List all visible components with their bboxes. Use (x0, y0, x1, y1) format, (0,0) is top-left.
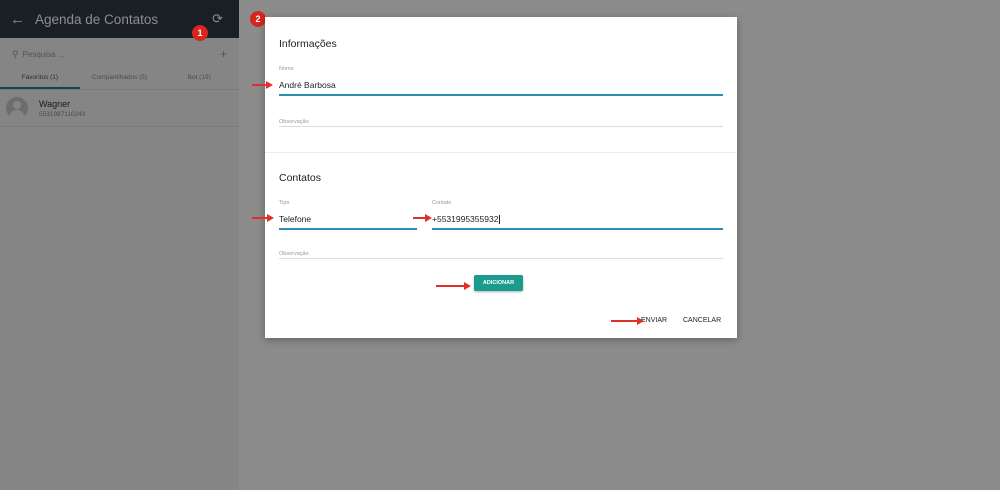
name-field-underline (279, 94, 723, 96)
contact-observation-field[interactable] (279, 258, 723, 259)
refresh-icon[interactable]: ⟳ (212, 11, 223, 27)
contact-field-underline (432, 228, 723, 230)
send-button[interactable]: ENVIAR (641, 317, 667, 324)
annotation-arrow-name (252, 81, 273, 89)
type-select-underline (279, 228, 417, 230)
annotation-badge-2: 2 (250, 11, 266, 27)
tab-compartilhados[interactable]: Compartilhados (5) (80, 70, 160, 89)
search-input[interactable]: Pesquisa ... (23, 50, 220, 59)
section-divider (265, 152, 737, 153)
search-icon: ⚲ (12, 48, 19, 59)
back-arrow-icon[interactable]: ← (10, 11, 25, 28)
observation-field-label: Observação (279, 119, 309, 125)
section-title-informacoes: Informações (279, 38, 337, 50)
contact-phone: 5531987110243 (39, 110, 86, 118)
annotation-badge-1: 1 (192, 25, 208, 41)
tab-favoritos[interactable]: Favoritos (1) (0, 70, 80, 89)
avatar-icon (6, 97, 28, 119)
section-title-contatos: Contatos (279, 172, 322, 184)
annotation-arrow-type (252, 214, 274, 222)
add-contact-button[interactable]: ADICIONAR (474, 275, 523, 291)
contacts-sidebar: ← Agenda de Contatos ⟳ ⚲ Pesquisa ... + … (0, 0, 239, 490)
type-field-label: Tipo (279, 200, 290, 206)
contact-field[interactable]: +5531995355932 (432, 214, 501, 225)
contact-field-value: +5531995355932 (432, 214, 499, 224)
search-bar[interactable]: ⚲ Pesquisa ... + (0, 38, 239, 70)
contact-list-item[interactable]: Wagner 5531987110243 (0, 90, 239, 127)
name-field[interactable]: André Barbosa (279, 80, 336, 90)
type-select[interactable]: Telefone (279, 214, 311, 224)
app-title: Agenda de Contatos (35, 11, 159, 27)
contact-observation-label: Observação (279, 251, 309, 257)
text-cursor (499, 215, 501, 225)
contact-tabs: Favoritos (1) Compartilhados (5) Bot (19… (0, 70, 239, 90)
observation-field[interactable] (279, 126, 723, 127)
annotation-arrow-contact (413, 214, 432, 222)
annotation-arrow-add (436, 282, 471, 290)
contact-field-label: Contato (432, 200, 452, 206)
annotation-arrow-send (611, 317, 644, 325)
cancel-button[interactable]: CANCELAR (683, 317, 721, 324)
name-field-label: Nome (279, 66, 294, 72)
new-contact-dialog: Informações Nome André Barbosa Observaçã… (265, 17, 737, 338)
contact-name: Wagner (39, 98, 71, 109)
tab-bot[interactable]: Bot (19) (159, 70, 239, 89)
add-contact-icon[interactable]: + (220, 47, 227, 61)
